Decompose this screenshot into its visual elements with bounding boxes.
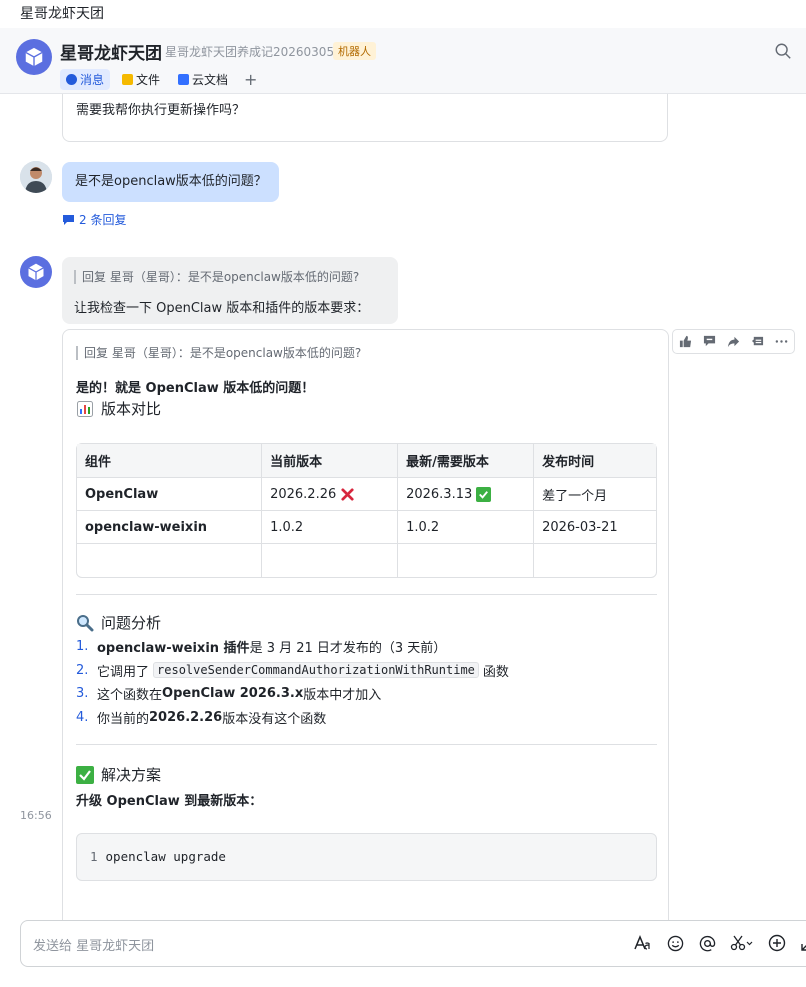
user-message[interactable]: 是不是openclaw版本低的问题？	[62, 162, 279, 202]
card-lead: 是的！就是 OpenClaw 版本低的问题！	[76, 381, 315, 396]
table-cell	[534, 544, 656, 577]
window-title: 星哥龙虾天团	[0, 0, 806, 28]
message-actions-bar	[672, 329, 795, 354]
comment-icon	[63, 214, 74, 225]
folder-icon	[122, 73, 134, 85]
list-item: 2. 它调用了 resolveSenderCommandAuthorizatio…	[76, 662, 509, 680]
bot-avatar[interactable]	[20, 256, 52, 288]
composer-placeholder: 发送给 星哥龙虾天团	[33, 939, 155, 954]
tab-docs[interactable]: 云文档	[172, 69, 234, 90]
expand-icon[interactable]	[799, 933, 806, 953]
magnifier-icon	[76, 614, 94, 632]
table-header-cell: 组件	[77, 444, 263, 478]
table-cell: 差了一个月	[534, 478, 656, 511]
forward-icon[interactable]	[726, 335, 740, 349]
cube-icon	[28, 263, 44, 281]
composer-toolbar	[633, 933, 806, 953]
list-item: 3. 这个函数在 OpenClaw 2026.3.x 版本中才加入	[76, 686, 382, 704]
reply-quote: 回复 星哥（星哥）：是不是openclaw版本低的问题?	[74, 270, 359, 284]
bot-message[interactable]: 回复 星哥（星哥）：是不是openclaw版本低的问题? 让我检查一下 Open…	[62, 257, 398, 324]
doc-icon	[178, 73, 190, 85]
table-header-cell: 发布时间	[534, 444, 656, 478]
table-cell	[398, 544, 535, 577]
code-line: openclaw upgrade	[105, 849, 226, 864]
list-item: 1. openclaw-weixin 插件 是 3 月 21 日才发布的（3 天…	[76, 639, 447, 657]
message-composer[interactable]: 发送给 星哥龙虾天团	[20, 920, 806, 967]
chat-header: 星哥龙虾天团 星哥龙虾天团养成记20260305 机器人 消息 文件 云文档 +	[0, 28, 806, 94]
bot-message-text: 让我检查一下 OpenClaw 版本和插件的版本要求：	[74, 301, 370, 316]
list-item: 4. 你当前的 2026.2.26 版本没有这个函数	[76, 709, 327, 727]
add-circle-icon[interactable]	[767, 933, 787, 953]
solution-lead: 升级 OpenClaw 到最新版本：	[76, 794, 263, 809]
table-cell: OpenClaw	[77, 478, 263, 511]
text-format-icon[interactable]	[633, 933, 653, 953]
table-cell: 2026.2.26	[262, 478, 399, 511]
code-block[interactable]: 1 openclaw upgrade	[76, 833, 657, 881]
code-line-number: 1	[90, 849, 98, 864]
thread-reply-link[interactable]: 2 条回复	[62, 211, 126, 228]
message-timestamp: 16:56	[20, 809, 52, 822]
version-table: 组件 当前版本 最新/需要版本 发布时间 OpenClaw 2026.2.26 …	[76, 443, 657, 578]
table-cell	[77, 544, 263, 577]
header-tabs: 消息 文件 云文档 +	[60, 68, 257, 90]
message-icon	[66, 73, 77, 85]
section-problem-analysis: 问题分析	[76, 612, 161, 633]
tab-messages[interactable]: 消息	[60, 68, 111, 90]
tab-files[interactable]: 文件	[116, 69, 166, 90]
bar-chart-icon	[76, 400, 94, 418]
user-avatar[interactable]	[20, 161, 52, 193]
mention-icon[interactable]	[697, 933, 717, 953]
issue-list: 1. openclaw-weixin 插件 是 3 月 21 日才发布的（3 天…	[76, 635, 509, 729]
group-name[interactable]: 星哥龙虾天团	[60, 39, 162, 64]
table-header-row: 组件 当前版本 最新/需要版本 发布时间	[77, 444, 656, 478]
section-solution: 解决方案	[76, 764, 161, 785]
cube-icon	[25, 47, 43, 67]
table-row: openclaw-weixin 1.0.2 1.0.2 2026-03-21	[77, 511, 656, 544]
reply-icon[interactable]	[702, 335, 716, 349]
check-mark-icon	[476, 486, 492, 502]
divider	[76, 744, 657, 745]
table-cell: openclaw-weixin	[77, 511, 263, 544]
quote-reply-icon[interactable]	[751, 335, 765, 349]
table-cell: 1.0.2	[262, 511, 399, 544]
inline-code: resolveSenderCommandAuthorizationWithRun…	[153, 662, 479, 679]
table-cell: 2026-03-21	[534, 511, 656, 544]
thumbs-up-icon[interactable]	[678, 335, 692, 349]
more-icon[interactable]	[775, 335, 789, 349]
cross-mark-icon	[341, 487, 354, 501]
message-list[interactable]: 需要我帮你执行更新操作吗？ 是不是openclaw版本低的问题？ 2 条回复 回…	[0, 94, 806, 920]
table-cell: 2026.3.13	[398, 478, 535, 511]
group-subtitle: 星哥龙虾天团养成记20260305	[165, 45, 335, 59]
group-avatar[interactable]	[16, 39, 52, 75]
scissors-icon[interactable]	[729, 933, 755, 953]
bot-reply-card[interactable]: 回复 星哥（星哥）：是不是openclaw版本低的问题? 是的！就是 OpenC…	[62, 329, 669, 920]
user-photo-icon	[20, 161, 52, 193]
table-header-cell: 当前版本	[262, 444, 399, 478]
table-cell	[262, 544, 399, 577]
divider	[76, 594, 657, 595]
search-icon[interactable]	[774, 42, 792, 60]
table-cell: 1.0.2	[398, 511, 535, 544]
section-version-compare: 版本对比	[76, 398, 161, 419]
check-mark-icon	[76, 765, 94, 784]
table-row: OpenClaw 2026.2.26 2026.3.13 差了一个月	[77, 478, 656, 511]
table-row	[77, 544, 656, 577]
emoji-icon[interactable]	[665, 933, 685, 953]
bot-badge: 机器人	[333, 42, 376, 60]
previous-message-card: 需要我帮你执行更新操作吗？	[62, 94, 668, 142]
add-tab-button[interactable]: +	[244, 70, 257, 89]
reply-quote: 回复 星哥（星哥）：是不是openclaw版本低的问题?	[76, 346, 361, 360]
table-header-cell: 最新/需要版本	[398, 444, 535, 478]
